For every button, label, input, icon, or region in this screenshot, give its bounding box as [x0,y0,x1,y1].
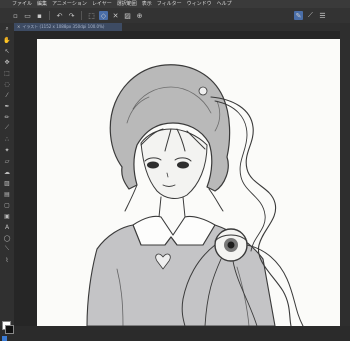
airbrush-icon[interactable]: ∴ [3,135,11,143]
open-icon[interactable]: ▭ [23,11,32,20]
command-bar: ▫ ▭ ▪ ↶ ↷ ⬚ ◇ ✕ ▨ ⊕ ✎ ⟋ ☰ [0,8,350,23]
zoom-icon[interactable]: ⌕ [3,25,11,33]
canvas[interactable] [37,39,350,326]
artwork [86,64,304,326]
lasso-icon[interactable]: ◌ [3,80,11,88]
document-tab-label: イラスト (1152 x 1088px 350dpi 100.0%) [22,24,105,29]
eraser-icon[interactable]: ▱ [3,157,11,165]
undo-icon[interactable]: ↶ [55,11,64,20]
close-icon[interactable]: × [17,24,20,29]
menu-bar: ファイル 編集 アニメーション レイヤー 選択範囲 表示 フィルター ウィンドウ… [0,0,350,8]
menu-window[interactable]: ウィンドウ [187,0,212,8]
redo-icon[interactable]: ↷ [67,11,76,20]
brush-icon[interactable]: ⟋ [306,11,315,20]
brush-icon[interactable]: ⟋ [3,124,11,132]
tool-palette: ⌕ ✋ ↖ ✥ ⬚ ◌ ⁄ ✒ ✏ ⟋ ∴ ✦ ▱ ☁ ▨ ▤ ▢ ▣ A ◯ … [0,23,14,341]
ruler-icon[interactable]: ⟍ [3,245,11,253]
decoration-icon[interactable]: ✦ [3,146,11,154]
menu-help[interactable]: ヘルプ [217,0,232,8]
pen-icon[interactable]: ✎ [294,11,303,20]
pencil-icon[interactable]: ✏ [3,113,11,121]
figure-icon[interactable]: ▢ [3,201,11,209]
menu-view[interactable]: 表示 [142,0,152,8]
pen-icon[interactable]: ✒ [3,102,11,110]
clear-icon[interactable]: ✕ [111,11,120,20]
move-icon[interactable]: ✥ [3,58,11,66]
document-tab[interactable]: × イラスト (1152 x 1088px 350dpi 100.0%) [14,23,122,31]
menu-layer[interactable]: レイヤー [92,0,112,8]
zoom-icon[interactable]: ⊕ [135,11,144,20]
operation-icon[interactable]: ↖ [3,47,11,55]
correct-line-icon[interactable]: ⌇ [3,256,11,264]
text-icon[interactable]: A [3,223,11,231]
document-tab-strip: × イラスト (1152 x 1088px 350dpi 100.0%) [14,23,350,31]
blend-icon[interactable]: ☁ [3,168,11,176]
fill-icon[interactable]: ▨ [3,179,11,187]
gradient-icon[interactable]: ▤ [3,190,11,198]
toolbar-separator [81,11,82,20]
new-icon[interactable]: ▫ [11,11,20,20]
transform-icon[interactable]: ⬚ [87,11,96,20]
menu-edit[interactable]: 編集 [37,0,47,8]
eyedropper-icon[interactable]: ⁄ [3,91,11,99]
menu-icon[interactable]: ☰ [318,11,327,20]
menu-file[interactable]: ファイル [12,0,32,8]
transparent-color-swatch[interactable] [2,336,7,341]
toolbar-separator [49,11,50,20]
save-icon[interactable]: ▪ [35,11,44,20]
menu-animation[interactable]: アニメーション [52,0,87,8]
selection-icon[interactable]: ◇ [99,11,108,20]
menu-selection[interactable]: 選択範囲 [117,0,137,8]
select-icon[interactable]: ⬚ [3,69,11,77]
frame-icon[interactable]: ▣ [3,212,11,220]
balloon-icon[interactable]: ◯ [3,234,11,242]
menu-filter[interactable]: フィルター [157,0,182,8]
right-panel-edge [340,23,350,326]
hand-icon[interactable]: ✋ [3,36,11,44]
fill-icon[interactable]: ▨ [123,11,132,20]
sub-color-swatch[interactable] [5,325,14,334]
